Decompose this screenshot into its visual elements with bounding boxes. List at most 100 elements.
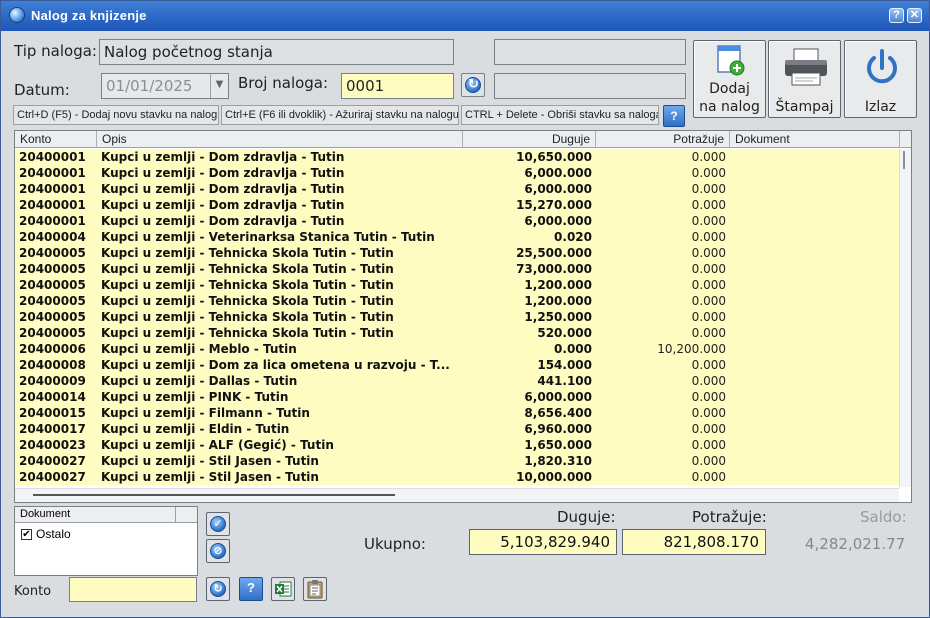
header-opis[interactable]: Opis xyxy=(97,131,463,148)
konto-label: Konto xyxy=(14,584,52,599)
table-row[interactable]: 20400005 Kupci u zemlji - Tehnicka Skola … xyxy=(15,325,899,341)
cell-duguje: 6,000.000 xyxy=(524,166,592,180)
cell-dokument xyxy=(730,277,899,293)
table-row[interactable]: 20400008 Kupci u zemlji - Dom za lica ome… xyxy=(15,357,899,373)
cell-dokument xyxy=(730,389,899,405)
datum-label: Datum: xyxy=(14,81,70,99)
cell-opis: Kupci u zemlji - Tehnicka Skola Tutin - … xyxy=(101,294,394,308)
table-row[interactable]: 20400001 Kupci u zemlji - Dom zdravlja - … xyxy=(15,213,899,229)
saldo-label: Saldo: xyxy=(860,508,907,526)
table-row[interactable]: 20400005 Kupci u zemlji - Tehnicka Skola … xyxy=(15,261,899,277)
cell-dokument xyxy=(730,197,899,213)
table-row[interactable]: 20400005 Kupci u zemlji - Tehnicka Skola … xyxy=(15,309,899,325)
table-row[interactable]: 20400023 Kupci u zemlji - ALF (Gegić) - T… xyxy=(15,437,899,453)
cell-potrazuje: 0.000 xyxy=(691,310,726,324)
main-window: Nalog za knjizenje ? ✕ Tip naloga: Nalog… xyxy=(0,0,930,618)
cell-konto: 20400027 xyxy=(19,470,86,484)
document-filter-header: Dokument xyxy=(15,507,197,523)
ostalo-checkbox[interactable]: ✔ xyxy=(21,529,32,540)
document-filter-list[interactable]: Dokument ✔ Ostalo xyxy=(14,506,198,576)
header-divider xyxy=(175,507,176,523)
table-row[interactable]: 20400001 Kupci u zemlji - Dom zdravlja - … xyxy=(15,165,899,181)
cell-potrazuje: 0.000 xyxy=(691,374,726,388)
broj-naloga-label: Broj naloga: xyxy=(238,74,329,92)
header-dokument[interactable]: Dokument xyxy=(730,131,900,148)
export-excel-button[interactable] xyxy=(271,577,295,601)
cell-duguje: 6,000.000 xyxy=(524,182,592,196)
cell-opis: Kupci u zemlji - Filmann - Tutin xyxy=(101,406,310,420)
table-row[interactable]: 20400001 Kupci u zemlji - Dom zdravlja - … xyxy=(15,197,899,213)
help-title-button[interactable]: ? xyxy=(889,8,904,23)
cell-potrazuje: 0.000 xyxy=(691,150,726,164)
table-row[interactable]: 20400006 Kupci u zemlji - Meblo - Tutin 0.… xyxy=(15,341,899,357)
table-row[interactable]: 20400001 Kupci u zemlji - Dom zdravlja - … xyxy=(15,181,899,197)
table-row[interactable]: 20400009 Kupci u zemlji - Dallas - Tutin 4… xyxy=(15,373,899,389)
refresh-button[interactable]: ↻ xyxy=(206,577,230,601)
datum-dropdown-icon[interactable]: ▼ xyxy=(210,74,228,98)
table-row[interactable]: 20400014 Kupci u zemlji - PINK - Tutin 6,0… xyxy=(15,389,899,405)
cell-potrazuje: 0.000 xyxy=(691,246,726,260)
checkmark-icon: ✓ xyxy=(210,516,226,532)
header-duguje[interactable]: Duguje xyxy=(463,131,596,148)
clipboard-icon xyxy=(307,580,323,599)
izlaz-button[interactable]: Izlaz xyxy=(844,40,917,118)
cell-opis: Kupci u zemlji - Tehnicka Skola Tutin - … xyxy=(101,262,394,276)
cell-duguje: 8,656.400 xyxy=(524,406,592,420)
cell-konto: 20400005 xyxy=(19,262,86,276)
dodaj-na-nalog-button[interactable]: Dodaj na nalog xyxy=(693,40,766,118)
window-title: Nalog za knjizenje xyxy=(31,8,147,23)
table-row[interactable]: 20400005 Kupci u zemlji - Tehnicka Skola … xyxy=(15,277,899,293)
cell-konto: 20400017 xyxy=(19,422,86,436)
shortcut-help-icon[interactable]: ? xyxy=(663,105,685,127)
table-row[interactable]: 20400017 Kupci u zemlji - Eldin - Tutin 6,… xyxy=(15,421,899,437)
cell-opis: Kupci u zemlji - Tehnicka Skola Tutin - … xyxy=(101,310,394,324)
cell-dokument xyxy=(730,293,899,309)
table-row[interactable]: 20400015 Kupci u zemlji - Filmann - Tutin… xyxy=(15,405,899,421)
cell-konto: 20400009 xyxy=(19,374,86,388)
vertical-scrollbar[interactable] xyxy=(899,149,911,487)
cell-opis: Kupci u zemlji - Eldin - Tutin xyxy=(101,422,290,436)
cell-konto: 20400001 xyxy=(19,214,86,228)
close-button[interactable]: ✕ xyxy=(907,8,922,23)
entries-table[interactable]: Konto Opis Duguje Potražuje Dokument 204… xyxy=(14,130,912,503)
cell-dokument xyxy=(730,309,899,325)
help-button[interactable]: ? xyxy=(239,577,263,601)
tip-naloga-field[interactable]: Nalog početnog stanja xyxy=(99,39,454,65)
deselect-all-button[interactable]: ⊘ xyxy=(206,539,230,563)
refresh-broj-button[interactable] xyxy=(461,73,485,97)
shortcut-add: Ctrl+D (F5) - Dodaj novu stavku na nalog xyxy=(13,105,219,125)
cell-dokument xyxy=(730,261,899,277)
stampaj-button[interactable]: Štampaj xyxy=(768,40,841,118)
header-konto[interactable]: Konto xyxy=(15,131,97,148)
table-row[interactable]: 20400027 Kupci u zemlji - Stil Jasen - Tu… xyxy=(15,469,899,485)
cell-konto: 20400005 xyxy=(19,246,86,260)
select-all-button[interactable]: ✓ xyxy=(206,512,230,536)
shortcut-update: Ctrl+E (F6 ili dvoklik) - Ažuriraj stavk… xyxy=(221,105,459,125)
table-row[interactable]: 20400004 Kupci u zemlji - Veterinarksa St… xyxy=(15,229,899,245)
konto-input[interactable] xyxy=(69,577,197,602)
clipboard-button[interactable] xyxy=(303,577,327,601)
horizontal-scroll-thumb[interactable] xyxy=(33,494,395,496)
cell-dokument xyxy=(730,149,899,165)
vertical-scroll-thumb[interactable] xyxy=(903,151,905,169)
table-row[interactable]: 20400005 Kupci u zemlji - Tehnicka Skola … xyxy=(15,293,899,309)
cell-konto: 20400005 xyxy=(19,294,86,308)
cell-duguje: 1,200.000 xyxy=(524,294,592,308)
cell-potrazuje: 0.000 xyxy=(691,198,726,212)
cell-potrazuje: 0.000 xyxy=(691,214,726,228)
cell-duguje: 0.000 xyxy=(554,342,592,356)
table-row[interactable]: 20400001 Kupci u zemlji - Dom zdravlja - … xyxy=(15,149,899,165)
cell-duguje: 25,500.000 xyxy=(516,246,592,260)
cell-konto: 20400005 xyxy=(19,326,86,340)
cell-opis: Kupci u zemlji - PINK - Tutin xyxy=(101,390,289,404)
broj-naloga-field[interactable]: 0001 xyxy=(341,73,454,99)
table-row[interactable]: 20400005 Kupci u zemlji - Tehnicka Skola … xyxy=(15,245,899,261)
header-potrazuje[interactable]: Potražuje xyxy=(596,131,730,148)
cell-potrazuje: 0.000 xyxy=(691,390,726,404)
refresh-icon xyxy=(465,77,481,93)
cell-dokument xyxy=(730,245,899,261)
cell-dokument xyxy=(730,341,899,357)
table-row[interactable]: 20400027 Kupci u zemlji - Stil Jasen - Tu… xyxy=(15,453,899,469)
stampaj-label: Štampaj xyxy=(775,99,834,115)
horizontal-scrollbar[interactable] xyxy=(15,488,899,502)
